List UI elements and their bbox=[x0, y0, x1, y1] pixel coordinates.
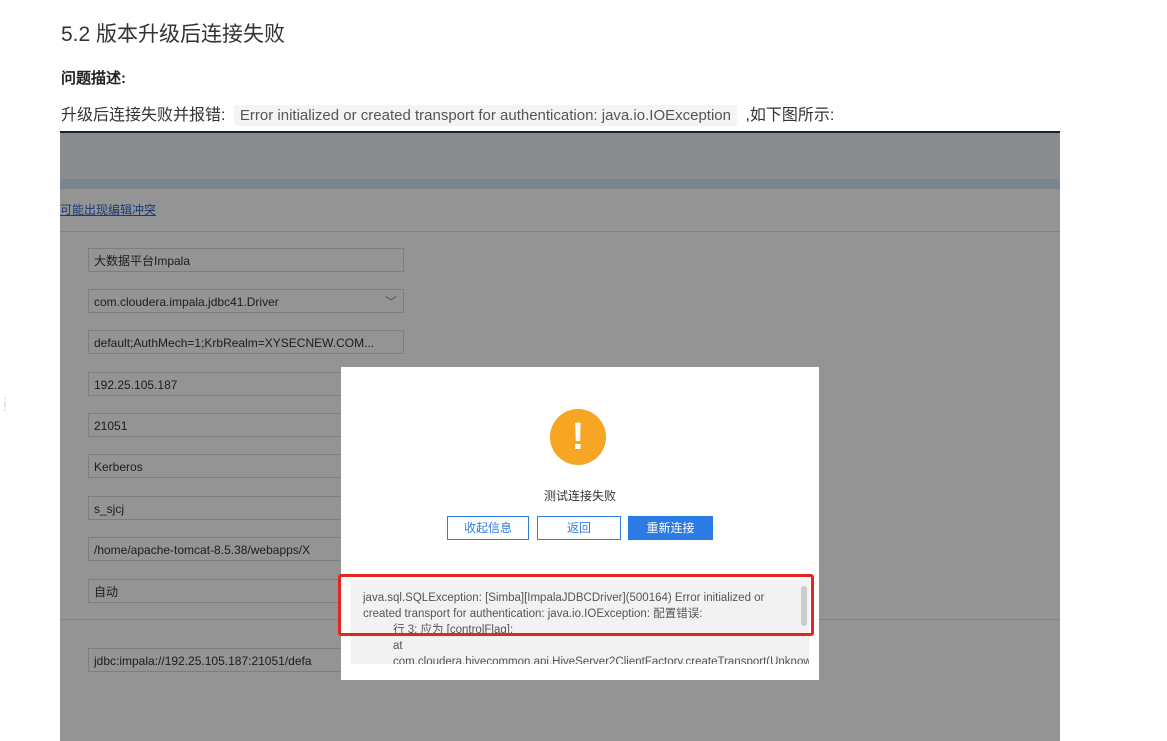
back-button[interactable]: 返回 bbox=[537, 516, 621, 540]
error-dialog: ! 测试连接失败 收起信息 返回 重新连接 java.sql.SQLExcept… bbox=[338, 367, 819, 680]
collapse-info-button[interactable]: 收起信息 bbox=[447, 516, 529, 540]
problem-description-label: 问题描述: bbox=[61, 70, 126, 87]
problem-description: 升级后连接失败并报错: Error initialized or created… bbox=[61, 101, 835, 126]
error-code-inline: Error initialized or created transport f… bbox=[233, 105, 737, 126]
description-prefix: 升级后连接失败并报错: bbox=[61, 107, 226, 124]
section-heading: 5.2 版本升级后连接失败 bbox=[61, 23, 286, 46]
description-suffix: ,如下图所示: bbox=[745, 107, 835, 124]
exclamation-icon: ! bbox=[550, 409, 606, 465]
highlight-box bbox=[338, 574, 814, 636]
embedded-screenshot: 可能出现编辑冲突 大数据平台Impala com.cloudera.impala… bbox=[60, 131, 1060, 741]
error-line: at com.cloudera.hivecommon.api.HiveServe… bbox=[393, 640, 809, 664]
dialog-message: 测试连接失败 bbox=[543, 489, 616, 503]
reconnect-button[interactable]: 重新连接 bbox=[628, 516, 713, 540]
drag-handle-icon[interactable]: ⋮ ⋮ bbox=[0, 398, 10, 420]
